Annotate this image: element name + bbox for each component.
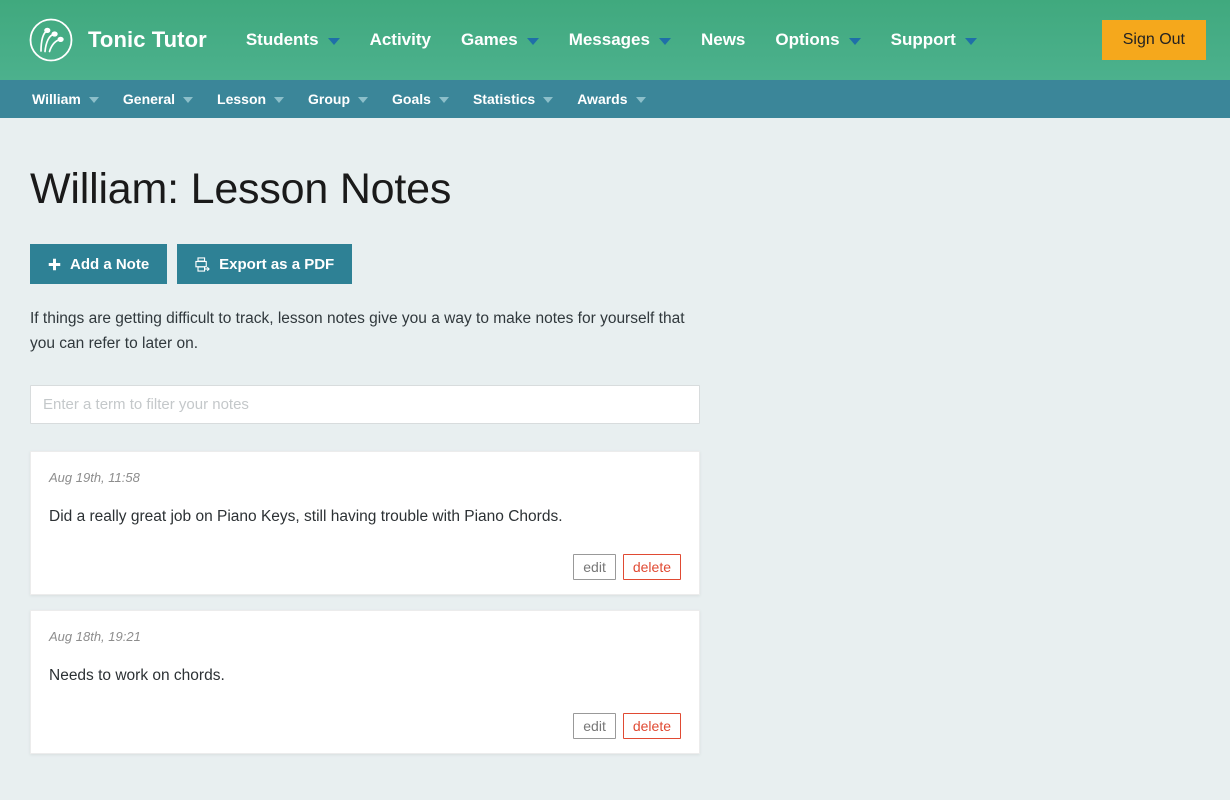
primary-navigation: Students Activity Games Messages News Op…: [231, 30, 1102, 50]
page-title: William: Lesson Notes: [30, 165, 452, 213]
nav-item-label: News: [700, 30, 746, 49]
intro-description: If things are getting difficult to track…: [30, 310, 685, 352]
nav-item-students[interactable]: Students: [231, 30, 355, 50]
add-a-note-button[interactable]: Add a Note: [30, 244, 168, 284]
chevron-down-icon: [88, 97, 99, 103]
subnav-item-label: Group: [308, 91, 351, 107]
subnav-item-william[interactable]: William: [20, 91, 111, 107]
note-timestamp: Aug 19th, 11:58: [49, 470, 140, 485]
chevron-down-icon: [183, 97, 194, 103]
nav-item-label: Games: [460, 30, 518, 49]
nav-item-label: Messages: [568, 30, 650, 49]
edit-note-button[interactable]: edit: [573, 713, 616, 739]
subnav-item-label: General: [122, 91, 176, 107]
nav-item-activity[interactable]: Activity: [355, 30, 446, 50]
nav-item-games[interactable]: Games: [446, 30, 554, 50]
chevron-down-icon: [543, 97, 554, 103]
chevron-down-icon: [848, 37, 861, 45]
chevron-down-icon: [438, 97, 449, 103]
add-a-note-label: Add a Note: [70, 255, 150, 273]
subnav-item-awards[interactable]: Awards: [565, 91, 657, 107]
sign-out-button[interactable]: Sign Out: [1101, 20, 1206, 60]
delete-note-button[interactable]: delete: [622, 554, 681, 580]
nav-item-label: Activity: [369, 30, 431, 49]
print-icon: [195, 256, 210, 272]
action-button-row: Add a Note Export as a PDF: [30, 244, 1200, 284]
nav-item-label: Support: [890, 30, 956, 49]
filter-notes-input[interactable]: [30, 385, 700, 424]
subnav-item-statistics[interactable]: Statistics: [461, 91, 565, 107]
chevron-down-icon: [964, 37, 977, 45]
subnav-item-lesson[interactable]: Lesson: [205, 91, 296, 107]
subnav-item-label: Statistics: [472, 91, 536, 107]
note-card: Aug 18th, 19:21 Needs to work on chords.…: [30, 610, 700, 754]
chevron-down-icon: [526, 37, 539, 45]
chevron-down-icon: [635, 97, 646, 103]
tonic-tutor-music-logo-icon[interactable]: [28, 17, 74, 63]
note-body-text: Needs to work on chords.: [49, 667, 225, 684]
note-body-text: Did a really great job on Piano Keys, st…: [49, 508, 563, 525]
export-as-pdf-label: Export as a PDF: [219, 255, 335, 273]
plus-icon: [48, 258, 61, 271]
delete-note-button[interactable]: delete: [622, 713, 681, 739]
nav-item-label: Options: [775, 30, 840, 49]
export-as-pdf-button[interactable]: Export as a PDF: [177, 244, 353, 284]
nav-item-options[interactable]: Options: [760, 30, 875, 50]
subnav-item-label: Lesson: [217, 91, 267, 107]
subnav-item-group[interactable]: Group: [296, 91, 380, 107]
subnav-item-general[interactable]: General: [111, 91, 205, 107]
notes-list: Aug 19th, 11:58 Did a really great job o…: [30, 451, 1200, 754]
subnav-item-label: Goals: [392, 91, 431, 107]
subnav-item-label: William: [32, 91, 81, 107]
nav-item-messages[interactable]: Messages: [554, 30, 686, 50]
chevron-down-icon: [658, 37, 671, 45]
brand-name[interactable]: Tonic Tutor: [88, 27, 207, 53]
note-timestamp: Aug 18th, 19:21: [49, 629, 141, 644]
chevron-down-icon: [274, 97, 285, 103]
edit-note-button[interactable]: edit: [573, 554, 616, 580]
nav-item-news[interactable]: News: [686, 30, 760, 50]
chevron-down-icon: [358, 97, 369, 103]
nav-item-support[interactable]: Support: [876, 30, 992, 50]
chevron-down-icon: [327, 37, 340, 45]
note-action-row: edit delete: [49, 554, 681, 580]
top-header-bar: Tonic Tutor Students Activity Games Mess…: [0, 0, 1230, 80]
note-action-row: edit delete: [49, 713, 681, 739]
nav-item-label: Students: [245, 30, 319, 49]
secondary-navigation: William General Lesson Group Goals Stati…: [0, 80, 1230, 118]
subnav-item-label: Awards: [577, 91, 628, 107]
main-content: William: Lesson Notes Add a Note Export …: [0, 118, 1230, 754]
subnav-item-goals[interactable]: Goals: [380, 91, 461, 107]
note-card: Aug 19th, 11:58 Did a really great job o…: [30, 451, 700, 595]
